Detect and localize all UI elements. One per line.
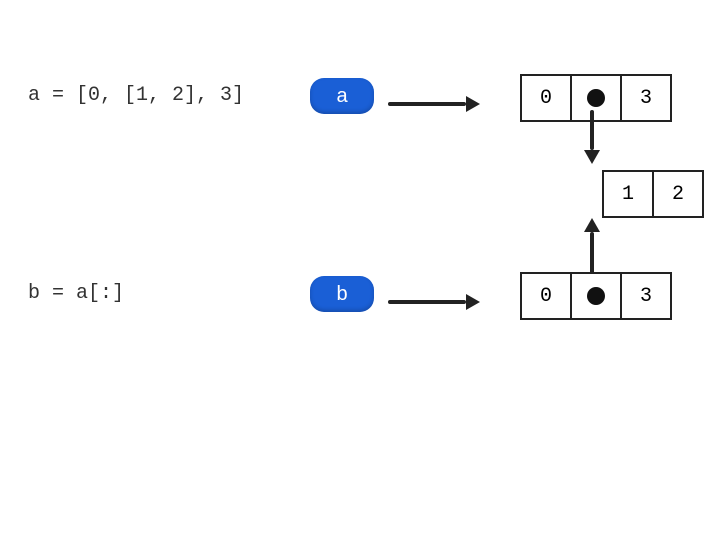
pointer-dot-icon (587, 89, 605, 107)
list-b: 0 3 (520, 272, 672, 320)
inner-list-cell-1: 2 (652, 170, 704, 218)
inner-list: 1 2 (602, 170, 704, 218)
list-b-cell-0: 0 (520, 272, 572, 320)
arrow-a-to-inner (584, 110, 600, 168)
list-a-cell-2: 3 (620, 74, 672, 122)
code-line-b: b = a[:] (28, 282, 124, 305)
pointer-dot-icon (587, 287, 605, 305)
variable-node-a-label: a (336, 85, 347, 108)
code-line-a: a = [0, [1, 2], 3] (28, 84, 244, 107)
variable-node-a: a (310, 78, 374, 114)
variable-node-b-label: b (336, 283, 347, 306)
list-b-cell-1 (570, 272, 622, 320)
arrow-b-to-list (388, 294, 488, 310)
list-a-cell-0: 0 (520, 74, 572, 122)
arrow-a-to-list (388, 96, 488, 112)
arrow-b-to-inner (584, 218, 600, 276)
variable-node-b: b (310, 276, 374, 312)
list-b-cell-2: 3 (620, 272, 672, 320)
inner-list-cell-0: 1 (602, 170, 654, 218)
